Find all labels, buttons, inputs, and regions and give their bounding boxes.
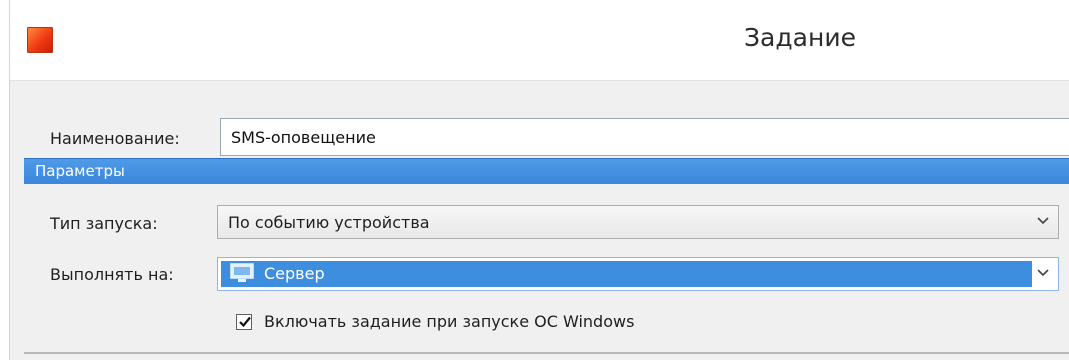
- checkmark-icon: [239, 316, 251, 328]
- launch-type-value: По событию устройства: [228, 213, 430, 232]
- windows-start-label: Включать задание при запуске ОС Windows: [264, 312, 635, 331]
- monitor-icon: [230, 263, 254, 282]
- name-label: Наименование:: [50, 129, 180, 148]
- divider: [24, 352, 1069, 354]
- section-title: Параметры: [35, 162, 125, 180]
- run-on-value: Сервер: [264, 264, 325, 283]
- title-bar: Задание: [10, 0, 1069, 81]
- task-window: Задание Наименование: Параметры Тип запу…: [9, 0, 1069, 360]
- app-icon: [27, 27, 53, 53]
- run-on-label: Выполнять на:: [50, 265, 174, 284]
- chevron-down-icon: [1037, 217, 1049, 225]
- launch-type-select[interactable]: По событию устройства: [217, 205, 1059, 239]
- name-input[interactable]: [220, 118, 1069, 156]
- selected-item-highlight: [221, 261, 1032, 287]
- run-on-select[interactable]: Сервер: [217, 257, 1059, 291]
- parameters-section-header: Параметры: [24, 158, 1069, 184]
- chevron-down-icon: [1037, 269, 1049, 277]
- launch-type-label: Тип запуска:: [50, 214, 158, 233]
- window-title: Задание: [744, 23, 856, 52]
- windows-start-checkbox[interactable]: [236, 314, 252, 330]
